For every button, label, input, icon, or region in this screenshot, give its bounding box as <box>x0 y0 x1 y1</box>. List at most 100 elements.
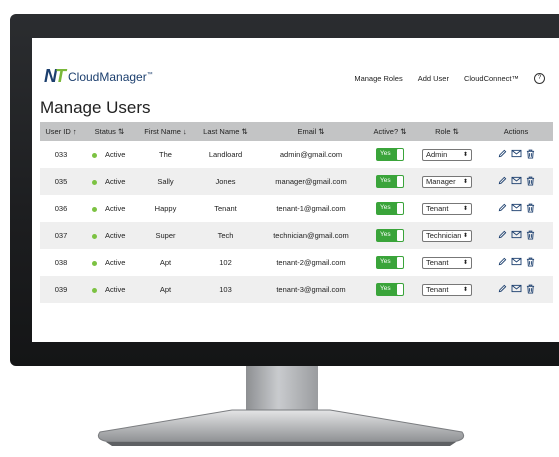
pencil-icon[interactable] <box>498 149 507 158</box>
role-select[interactable]: Tenant ⬍ <box>422 202 472 215</box>
active-toggle[interactable]: Yes <box>376 229 404 242</box>
active-dot-icon <box>92 179 97 185</box>
select-arrows-icon: ⬍ <box>462 152 468 158</box>
cell-active: Yes <box>365 222 415 249</box>
cell-active: Yes <box>365 168 415 195</box>
top-nav: Manage Roles Add User CloudConnect™ ? <box>354 73 559 84</box>
cell-email: tenant-2@gmail.com <box>276 258 346 267</box>
cell-user-id: 035 <box>54 177 68 186</box>
table-row[interactable]: 033 Active The Landloard admin@gmail.com… <box>40 141 553 168</box>
cell-first-name: Apt <box>159 285 172 294</box>
toggle-knob <box>397 176 403 187</box>
cell-first-name: The <box>159 150 172 159</box>
cell-active: Yes <box>365 141 415 168</box>
pencil-icon[interactable] <box>498 203 507 212</box>
status-text: Active <box>105 258 126 267</box>
active-toggle[interactable]: Yes <box>376 148 404 161</box>
pencil-icon[interactable] <box>498 284 507 293</box>
brand-name: CloudManager <box>68 69 147 84</box>
cell-email: tenant-1@gmail.com <box>276 204 346 213</box>
role-value: Tenant <box>426 285 449 294</box>
cell-status: Active <box>82 276 137 303</box>
cell-email: admin@gmail.com <box>279 150 343 159</box>
row-actions <box>498 257 535 267</box>
active-toggle[interactable]: Yes <box>376 202 404 215</box>
col-status[interactable]: Status ⇅ <box>82 122 137 141</box>
toggle-knob <box>397 284 403 295</box>
trash-icon[interactable] <box>526 203 535 213</box>
col-user-id[interactable]: User ID ↑ <box>40 122 82 141</box>
toggle-label: Yes <box>380 258 391 265</box>
table-header-row: User ID ↑ Status ⇅ First Name ↓ Last Nam… <box>40 122 553 141</box>
cell-role: Tenant ⬍ <box>415 249 479 276</box>
envelope-icon[interactable] <box>511 230 522 239</box>
row-actions <box>498 203 535 213</box>
col-email[interactable]: Email ⇅ <box>257 122 365 141</box>
col-active[interactable]: Active? ⇅ <box>365 122 415 141</box>
table-row[interactable]: 039 Active Apt 103 tenant-3@gmail.com Ye… <box>40 276 553 303</box>
logo[interactable]: NT CloudManager™ <box>44 66 153 87</box>
select-arrows-icon: ⬍ <box>462 260 468 266</box>
status-text: Active <box>105 177 126 186</box>
envelope-icon[interactable] <box>511 203 522 212</box>
nav-add-user[interactable]: Add User <box>418 74 449 83</box>
envelope-icon[interactable] <box>511 284 522 293</box>
table-row[interactable]: 036 Active Happy Tenant tenant-1@gmail.c… <box>40 195 553 222</box>
active-dot-icon <box>92 260 97 266</box>
select-arrows-icon: ⬍ <box>462 179 468 185</box>
role-select[interactable]: Tenant ⬍ <box>422 256 472 269</box>
nav-cloudconnect[interactable]: CloudConnect™ <box>464 74 519 83</box>
cell-active: Yes <box>365 195 415 222</box>
trash-icon[interactable] <box>526 149 535 159</box>
col-first-name[interactable]: First Name ↓ <box>137 122 194 141</box>
cell-actions <box>479 222 553 249</box>
trash-icon[interactable] <box>526 284 535 294</box>
trash-icon[interactable] <box>526 230 535 240</box>
monitor-stand-base <box>97 409 465 446</box>
role-value: Admin <box>426 150 448 159</box>
cell-user-id: 039 <box>54 285 68 294</box>
col-role[interactable]: Role ⇅ <box>415 122 479 141</box>
toggle-label: Yes <box>380 150 391 157</box>
cell-user-id: 038 <box>54 258 68 267</box>
logo-mark: NT <box>44 66 66 87</box>
cell-last-name: 102 <box>219 258 232 267</box>
cell-email: tenant-3@gmail.com <box>276 285 346 294</box>
envelope-icon[interactable] <box>511 257 522 266</box>
active-toggle[interactable]: Yes <box>376 283 404 296</box>
cell-email: technician@gmail.com <box>273 231 349 240</box>
pencil-icon[interactable] <box>498 257 507 266</box>
logo-mark-n: N <box>44 66 57 86</box>
table-row[interactable]: 038 Active Apt 102 tenant-2@gmail.com Ye… <box>40 249 553 276</box>
pencil-icon[interactable] <box>498 230 507 239</box>
status-text: Active <box>105 204 126 213</box>
nav-manage-roles[interactable]: Manage Roles <box>354 74 402 83</box>
cell-last-name: Jones <box>215 177 236 186</box>
cell-last-name: 103 <box>219 285 232 294</box>
active-toggle[interactable]: Yes <box>376 175 404 188</box>
role-select[interactable]: Manager ⬍ <box>422 175 472 188</box>
table-row[interactable]: 037 Active Super Tech technician@gmail.c… <box>40 222 553 249</box>
role-select[interactable]: Admin ⬍ <box>422 148 472 161</box>
cell-status: Active <box>82 249 137 276</box>
trash-icon[interactable] <box>526 257 535 267</box>
table-row[interactable]: 035 Active Sally Jones manager@gmail.com… <box>40 168 553 195</box>
cell-last-name: Tech <box>217 231 234 240</box>
cell-active: Yes <box>365 276 415 303</box>
cell-role: Manager ⬍ <box>415 168 479 195</box>
envelope-icon[interactable] <box>511 176 522 185</box>
cell-status: Active <box>82 168 137 195</box>
cell-user-id: 033 <box>54 150 68 159</box>
pencil-icon[interactable] <box>498 176 507 185</box>
help-icon[interactable]: ? <box>534 73 545 84</box>
role-select[interactable]: Tenant ⬍ <box>422 283 472 296</box>
envelope-icon[interactable] <box>511 149 522 158</box>
logo-text: CloudManager™ <box>68 70 153 84</box>
role-select[interactable]: Technician ⬍ <box>422 229 472 242</box>
cell-actions <box>479 276 553 303</box>
select-arrows-icon: ⬍ <box>462 233 468 239</box>
active-toggle[interactable]: Yes <box>376 256 404 269</box>
col-last-name[interactable]: Last Name ⇅ <box>194 122 257 141</box>
trash-icon[interactable] <box>526 176 535 186</box>
active-dot-icon <box>92 152 97 158</box>
